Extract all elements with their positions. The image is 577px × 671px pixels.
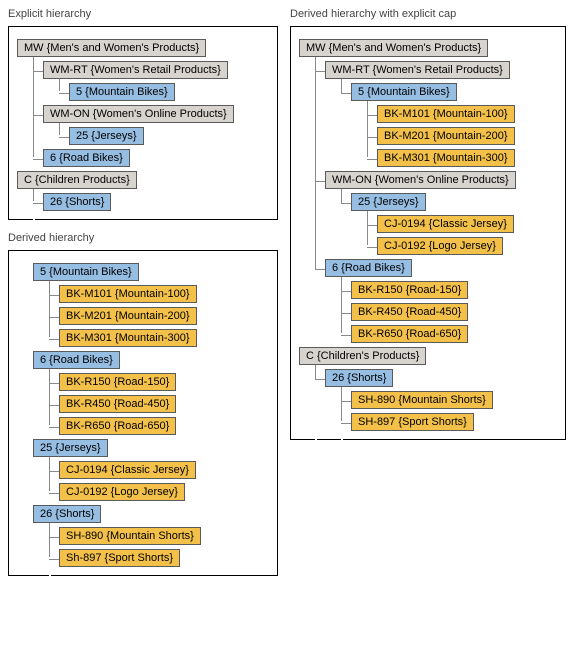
node-bkm201: BK-M201 {Mountain-200} [59, 307, 197, 325]
node-bkr450: BK-R450 {Road-450} [59, 395, 176, 413]
node-25: 25 {Jerseys} [69, 127, 144, 145]
node-c: C {Children's Products} [299, 347, 426, 365]
node-bkr650: BK-R650 {Road-650} [351, 325, 468, 343]
node-wmrt: WM-RT {Women's Retail Products} [43, 61, 228, 79]
node-sh890: SH-890 {Mountain Shorts} [59, 527, 201, 545]
node-6: 6 {Road Bikes} [43, 149, 130, 167]
node-bkm101: BK-M101 {Mountain-100} [59, 285, 197, 303]
layout-row: Explicit hierarchy MW {Men's and Women's… [8, 8, 569, 576]
node-bkr150: BK-R150 {Road-150} [59, 373, 176, 391]
node-6: 6 {Road Bikes} [325, 259, 412, 277]
node-cj0192: CJ-0192 {Logo Jersey} [59, 483, 185, 501]
tree-capped: MW {Men's and Women's Products} WM-RT {W… [299, 39, 555, 431]
node-sh890: SH-890 {Mountain Shorts} [351, 391, 493, 409]
node-bkm301: BK-M301 {Mountain-300} [377, 149, 515, 167]
node-bkr150: BK-R150 {Road-150} [351, 281, 468, 299]
panel-derived: 5 {Mountain Bikes} BK-M101 {Mountain-100… [8, 250, 278, 576]
section-title-capped: Derived hierarchy with explicit cap [290, 8, 566, 20]
node-bkm301: BK-M301 {Mountain-300} [59, 329, 197, 347]
node-26: 26 {Shorts} [325, 369, 393, 387]
section-title-derived: Derived hierarchy [8, 232, 278, 244]
node-5: 5 {Mountain Bikes} [69, 83, 175, 101]
node-wmrt: WM-RT {Women's Retail Products} [325, 61, 510, 79]
panel-capped: MW {Men's and Women's Products} WM-RT {W… [290, 26, 566, 440]
node-bkm101: BK-M101 {Mountain-100} [377, 105, 515, 123]
node-mw: MW {Men's and Women's Products} [17, 39, 206, 57]
node-wmon: WM-ON {Women's Online Products} [325, 171, 516, 189]
node-sh897: Sh-897 {Sport Shorts} [59, 549, 180, 567]
node-5: 5 {Mountain Bikes} [33, 263, 139, 281]
section-title-explicit: Explicit hierarchy [8, 8, 278, 20]
node-25: 25 {Jerseys} [351, 193, 426, 211]
node-mw: MW {Men's and Women's Products} [299, 39, 488, 57]
node-bkm201: BK-M201 {Mountain-200} [377, 127, 515, 145]
node-cj0192: CJ-0192 {Logo Jersey} [377, 237, 503, 255]
node-bkr650: BK-R650 {Road-650} [59, 417, 176, 435]
tree-derived: 5 {Mountain Bikes} BK-M101 {Mountain-100… [17, 263, 267, 567]
node-cj0194: CJ-0194 {Classic Jersey} [59, 461, 196, 479]
node-25: 25 {Jerseys} [33, 439, 108, 457]
node-cj0194: CJ-0194 {Classic Jersey} [377, 215, 514, 233]
node-26: 26 {Shorts} [33, 505, 101, 523]
right-column: Derived hierarchy with explicit cap MW {… [290, 8, 566, 576]
panel-explicit: MW {Men's and Women's Products} WM-RT {W… [8, 26, 278, 220]
node-wmon: WM-ON {Women's Online Products} [43, 105, 234, 123]
node-bkr450: BK-R450 {Road-450} [351, 303, 468, 321]
node-6: 6 {Road Bikes} [33, 351, 120, 369]
node-sh897: SH-897 {Sport Shorts} [351, 413, 474, 431]
node-26: 26 {Shorts} [43, 193, 111, 211]
node-5: 5 {Mountain Bikes} [351, 83, 457, 101]
node-c: C {Children Products} [17, 171, 137, 189]
left-column: Explicit hierarchy MW {Men's and Women's… [8, 8, 278, 576]
tree-explicit: MW {Men's and Women's Products} WM-RT {W… [17, 39, 267, 211]
